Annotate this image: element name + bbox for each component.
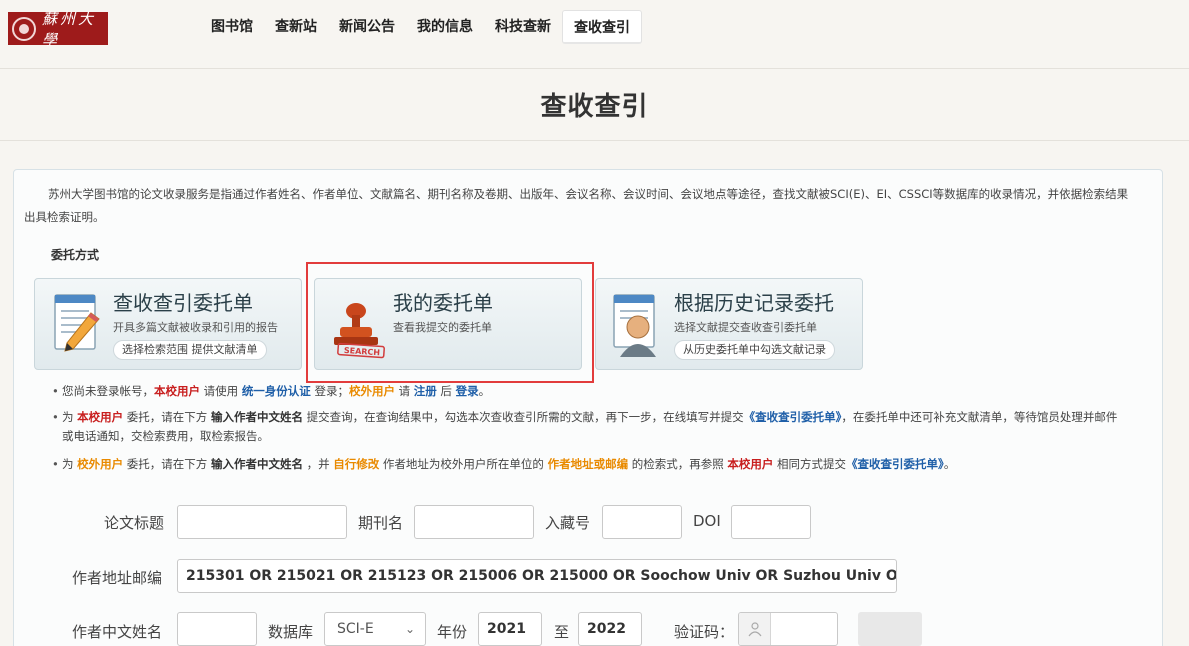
- note-emphasis: 输入作者中文姓名: [210, 410, 303, 424]
- intro-text: 苏州大学图书馆的论文收录服务是指通过作者姓名、作者单位、文献篇名、期刊名称及卷期…: [24, 187, 1129, 224]
- note-emphasis: 作者地址或邮编: [547, 457, 629, 471]
- note-text: 提交查询，在查询结果中，勾选本次查收查引所需的文献，再下一步，在线填写并提交: [302, 410, 744, 424]
- note-text: 您尚未登录帐号，: [62, 384, 154, 398]
- doi-label: DOI: [693, 512, 721, 530]
- note-text: 为: [62, 410, 78, 424]
- note-text: 为: [62, 457, 78, 471]
- search-stamp-icon: SEARCH: [334, 303, 385, 359]
- note-external-instructions: 为 校外用户 委托，请在下方 输入作者中文姓名 ，并 自行修改 作者地址为校外用…: [52, 455, 1124, 474]
- nav-my-info[interactable]: 我的信息: [406, 10, 484, 44]
- author-input[interactable]: [177, 612, 257, 646]
- citation-order-link[interactable]: 《查收查引委托单》: [744, 410, 842, 424]
- note-emphasis: 输入作者中文姓名: [210, 457, 303, 471]
- note-text: 后: [436, 384, 456, 398]
- section-label: 委托方式: [51, 248, 100, 262]
- captcha-input[interactable]: [738, 612, 838, 646]
- citation-order-link[interactable]: 《查收查引委托单》: [846, 457, 944, 471]
- page-title: 查收查引: [540, 92, 649, 122]
- note-external-user: 校外用户: [348, 384, 395, 398]
- university-logo[interactable]: 蘇州大學: [8, 10, 108, 49]
- year-label: 年份: [437, 623, 468, 641]
- card-subtitle: 选择文献提交查收查引委托单: [674, 321, 817, 334]
- logo-text: 蘇州大學: [42, 9, 97, 49]
- note-campus-instructions: 为 本校用户 委托，请在下方 输入作者中文姓名 提交查询，在查询结果中，勾选本次…: [52, 408, 1124, 446]
- captcha-label: 验证码：: [674, 623, 735, 641]
- card-pill: 从历史委托单中勾选文献记录: [674, 340, 835, 360]
- journal-input[interactable]: [414, 505, 534, 539]
- nav-library[interactable]: 图书馆: [200, 10, 264, 44]
- card-pill: 选择检索范围 提供文献清单: [113, 340, 267, 360]
- note-text: 的检索式，再参照: [628, 457, 728, 471]
- note-campus-user: 本校用户: [727, 457, 774, 471]
- note-text: 委托，请在下方: [123, 410, 211, 424]
- nav-novelty-station[interactable]: 查新站: [264, 10, 328, 44]
- university-seal-icon: [12, 16, 36, 41]
- note-text: 委托，请在下方: [123, 457, 211, 471]
- card-history-order[interactable]: 根据历史记录委托 选择文献提交查收查引委托单 从历史委托单中勾选文献记录: [595, 278, 863, 370]
- year-from-input[interactable]: 2021: [478, 612, 542, 646]
- year-to-label: 至: [554, 623, 570, 641]
- year-to-input[interactable]: 2022: [578, 612, 642, 646]
- main-nav: 图书馆 查新站 新闻公告 我的信息 科技查新 查收查引: [200, 10, 642, 44]
- title-input[interactable]: [177, 505, 347, 539]
- instruction-notes: 您尚未登录帐号，本校用户 请使用 统一身份认证 登录；校外用户 请 注册 后 登…: [52, 382, 1124, 474]
- captcha-image[interactable]: [858, 612, 922, 646]
- register-link[interactable]: 注册: [414, 384, 437, 398]
- note-text: ，并: [302, 457, 334, 471]
- login-link[interactable]: 登录: [456, 384, 479, 398]
- accession-input[interactable]: [602, 505, 682, 539]
- card-title: 我的委托单: [393, 291, 493, 315]
- note-text: 登录；: [310, 384, 349, 398]
- card-subtitle: 查看我提交的委托单: [393, 321, 492, 334]
- note-text: 。: [943, 457, 956, 471]
- title-label: 论文标题: [104, 514, 165, 532]
- database-value: SCI-E: [337, 621, 374, 637]
- note-text: 请使用: [200, 384, 242, 398]
- accession-label: 入藏号: [545, 514, 591, 532]
- journal-label: 期刊名: [358, 514, 404, 532]
- title-divider: [0, 140, 1189, 141]
- note-login: 您尚未登录帐号，本校用户 请使用 统一身份认证 登录；校外用户 请 注册 后 登…: [52, 382, 1124, 401]
- database-label: 数据库: [268, 623, 314, 641]
- card-title: 根据历史记录委托: [674, 291, 834, 315]
- author-label: 作者中文姓名: [72, 623, 163, 641]
- note-text: 。: [478, 384, 491, 398]
- chevron-down-icon: ⌄: [404, 622, 415, 636]
- note-external-user: 校外用户: [77, 457, 124, 471]
- note-text: 请: [394, 384, 414, 398]
- note-campus-user: 本校用户: [77, 410, 124, 424]
- user-icon: [739, 613, 771, 645]
- note-emphasis: 自行修改: [333, 457, 380, 471]
- site-header: 蘇州大學 图书馆 查新站 新闻公告 我的信息 科技查新 查收查引: [0, 0, 1189, 68]
- card-subtitle: 开具多篇文献被收录和引用的报告: [113, 321, 278, 334]
- note-campus-user: 本校用户: [154, 384, 200, 398]
- address-input[interactable]: 215301 OR 215021 OR 215123 OR 215006 OR …: [177, 559, 897, 593]
- doi-input[interactable]: [731, 505, 811, 539]
- nav-citation-search[interactable]: 查收查引: [562, 10, 642, 44]
- header-divider: [0, 68, 1189, 69]
- user-document-icon: [613, 294, 656, 357]
- card-citation-order[interactable]: 查收查引委托单 开具多篇文献被收录和引用的报告 选择检索范围 提供文献清单: [34, 278, 302, 370]
- nav-novelty-search[interactable]: 科技查新: [484, 10, 562, 44]
- document-pen-icon: [54, 294, 100, 352]
- note-text: 相同方式提交: [773, 457, 847, 471]
- card-my-orders[interactable]: SEARCH 我的委托单 查看我提交的委托单: [314, 278, 582, 370]
- address-label: 作者地址邮编: [72, 569, 163, 587]
- unified-auth-link[interactable]: 统一身份认证: [242, 384, 311, 398]
- nav-news[interactable]: 新闻公告: [328, 10, 406, 44]
- database-select[interactable]: SCI-E ⌄: [324, 612, 426, 646]
- note-text: 作者地址为校外用户所在单位的: [379, 457, 548, 471]
- card-title: 查收查引委托单: [113, 291, 253, 315]
